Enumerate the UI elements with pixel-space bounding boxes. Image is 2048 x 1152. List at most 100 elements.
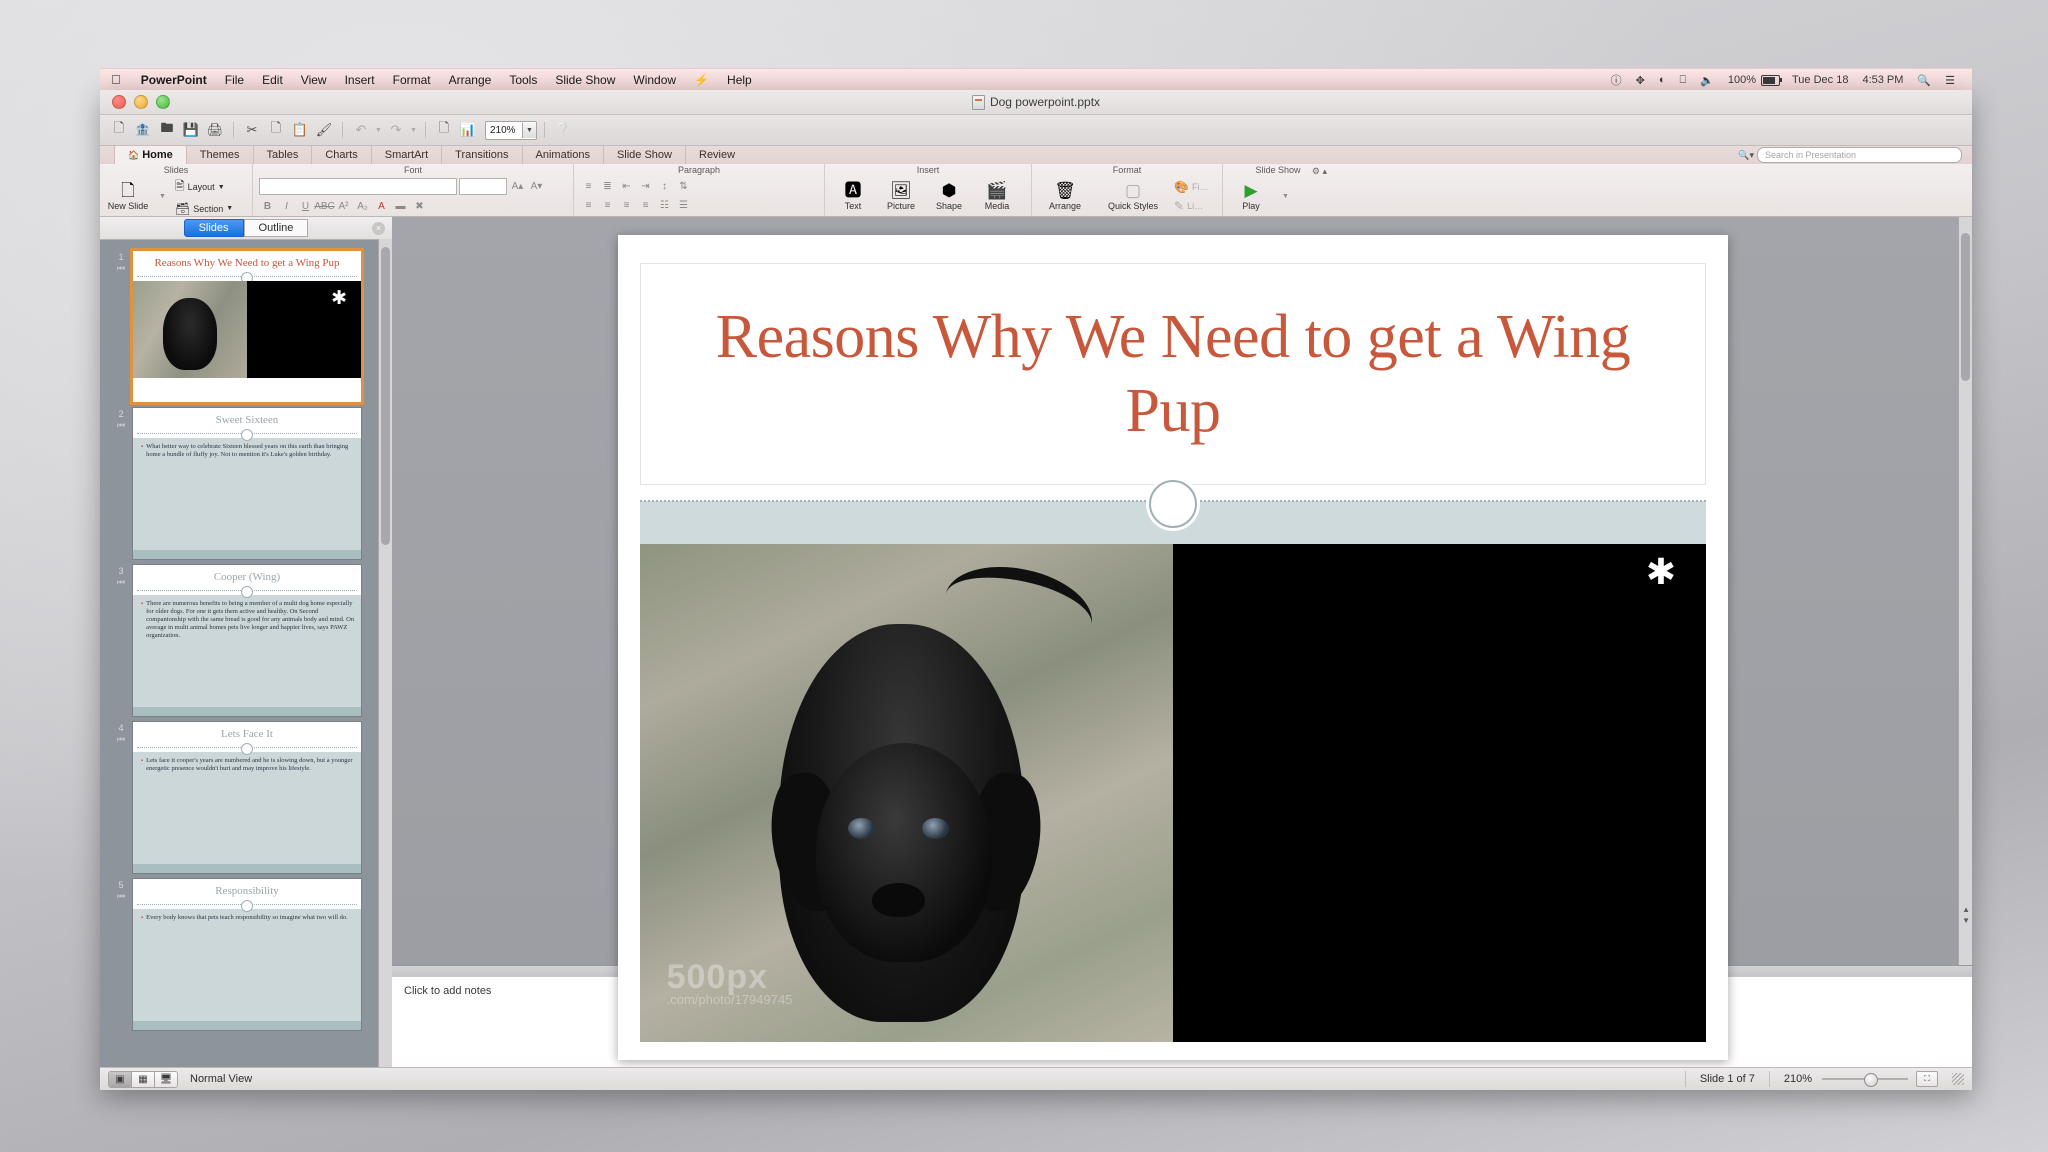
airplay-icon[interactable]: ⎕ xyxy=(1673,74,1694,87)
columns-icon[interactable]: ☷ xyxy=(656,197,673,213)
menu-item-insert[interactable]: Insert xyxy=(336,69,384,91)
fit-to-window-button[interactable]: ⛶ xyxy=(1908,1071,1946,1087)
play-dropdown-icon[interactable]: ▼ xyxy=(1277,188,1294,204)
volume-icon[interactable]: 🔈 xyxy=(1693,74,1721,87)
bold-button[interactable]: B xyxy=(259,198,276,214)
menu-item-file[interactable]: File xyxy=(216,69,253,91)
subscript-button[interactable]: A₂ xyxy=(354,198,371,214)
menu-item-arrange[interactable]: Arrange xyxy=(440,69,501,91)
paste-icon[interactable]: 📋 xyxy=(289,119,311,141)
numbered-list-icon[interactable]: ≣ xyxy=(599,178,616,194)
new-slide-dropdown-icon[interactable]: ▼ xyxy=(154,188,171,204)
italic-button[interactable]: I xyxy=(278,198,295,214)
current-slide[interactable]: Reasons Why We Need to get a Wing Pup 50… xyxy=(618,235,1728,1060)
format-painter-icon[interactable]: 🖌 xyxy=(313,119,335,141)
slide-nav-arrows[interactable]: ▲ ▼ xyxy=(1962,905,1970,925)
slide-thumbnail-list[interactable]: 1 ⏮ Reasons Why We Need to get a Wing Pu… xyxy=(100,240,392,1067)
apple-menu-icon[interactable]:  xyxy=(100,69,132,91)
insert-text-button[interactable]: 🅰 Text xyxy=(831,181,875,211)
align-right-icon[interactable]: ≡ xyxy=(618,197,635,213)
help-icon[interactable]: ❔ xyxy=(552,119,574,141)
tab-review[interactable]: Review xyxy=(685,146,748,164)
decrease-indent-icon[interactable]: ⇤ xyxy=(618,178,635,194)
clear-format-icon[interactable]: ✖ xyxy=(411,198,428,214)
slide-title-placeholder[interactable]: Reasons Why We Need to get a Wing Pup xyxy=(640,263,1706,485)
ribbon-collapse-icon[interactable]: ⚙ ▴ xyxy=(1312,166,1327,177)
transition-icon[interactable]: ⏮ xyxy=(110,891,132,902)
layout-button[interactable]: 🖹 Layout ▼ xyxy=(175,177,233,198)
quick-styles-button[interactable]: ▢ Quick Styles xyxy=(1096,181,1170,211)
slideshow-view-icon[interactable]: 🖥 xyxy=(155,1071,177,1087)
window-resize-grip[interactable] xyxy=(1952,1073,1964,1085)
transition-icon[interactable]: ⏮ xyxy=(110,420,132,431)
notification-center-icon[interactable]: ☰ xyxy=(1938,74,1962,87)
line-spacing-icon[interactable]: ↕ xyxy=(656,178,673,194)
save-as-icon[interactable]: 🖿 xyxy=(156,119,178,141)
increase-indent-icon[interactable]: ⇥ xyxy=(637,178,654,194)
bolt-icon[interactable]: ⚡ xyxy=(685,69,718,91)
align-left-icon[interactable]: ≡ xyxy=(580,197,597,213)
close-pane-icon[interactable]: × xyxy=(372,221,385,235)
normal-view-icon[interactable]: ▣ xyxy=(109,1071,132,1087)
tab-slides[interactable]: Slides xyxy=(183,219,244,237)
new-slide-button[interactable]: 🗋 New Slide xyxy=(106,181,150,211)
list-item[interactable]: 4 ⏮ Lets Face It ▪ Lets face it cooper's … xyxy=(100,717,392,874)
tab-animations[interactable]: Animations xyxy=(521,146,603,164)
previous-slide-icon[interactable]: ▲ xyxy=(1962,905,1970,914)
insert-media-button[interactable]: 🎬 Media xyxy=(975,181,1019,211)
search-icon[interactable]: 🔍▾ xyxy=(1738,150,1754,161)
play-button[interactable]: ▶ Play xyxy=(1229,181,1273,211)
slide-thumbnail-3[interactable]: Cooper (Wing) ▪ There are numerous benefi… xyxy=(132,564,362,717)
tab-themes[interactable]: Themes xyxy=(185,146,253,164)
new-icon[interactable]: 🗋 xyxy=(108,119,130,141)
insert-shape-button[interactable]: ⬢ Shape xyxy=(927,181,971,211)
slides-pane-scrollbar[interactable] xyxy=(378,239,392,1067)
scrollbar-thumb[interactable] xyxy=(1961,233,1970,381)
spotlight-search-icon[interactable]: 🔍 xyxy=(1910,74,1938,87)
tab-charts[interactable]: Charts xyxy=(311,146,370,164)
slide-thumbnail-2[interactable]: Sweet Sixteen ▪ What better way to celebr… xyxy=(132,407,362,560)
increase-font-icon[interactable]: A▴ xyxy=(509,179,526,195)
scrollbar-thumb[interactable] xyxy=(381,247,390,545)
search-input[interactable]: Search in Presentation xyxy=(1757,147,1962,163)
zoom-select[interactable]: 210% ▼ xyxy=(485,120,537,140)
slide-thumbnail-4[interactable]: Lets Face It ▪ Lets face it cooper's year… xyxy=(132,721,362,874)
list-item[interactable]: 2 ⏮ Sweet Sixteen ▪ What better way to ce… xyxy=(100,403,392,560)
align-text-icon[interactable]: ☰ xyxy=(675,197,692,213)
superscript-button[interactable]: A² xyxy=(335,198,352,214)
list-item[interactable]: 3 ⏮ Cooper (Wing) ▪ There are numerous be… xyxy=(100,560,392,717)
menu-item-powerpoint[interactable]: PowerPoint xyxy=(132,69,216,91)
menu-item-slide-show[interactable]: Slide Show xyxy=(546,69,624,91)
window-title-bar[interactable]: Dog powerpoint.pptx xyxy=(100,90,1972,115)
slide-sorter-icon[interactable]: ▦ xyxy=(132,1071,155,1087)
tab-transitions[interactable]: Transitions xyxy=(441,146,521,164)
tab-outline[interactable]: Outline xyxy=(243,219,309,237)
bulleted-list-icon[interactable]: ≡ xyxy=(580,178,597,194)
menu-item-view[interactable]: View xyxy=(292,69,336,91)
transition-icon[interactable]: ⏮ xyxy=(110,577,132,588)
bluetooth-icon[interactable]: ✥ xyxy=(1629,74,1652,87)
vpn-icon[interactable]: ⓘ xyxy=(1604,72,1629,88)
tab-slide-show[interactable]: Slide Show xyxy=(602,146,685,164)
tab-smartart[interactable]: SmartArt xyxy=(370,146,441,164)
slide-canvas[interactable]: Reasons Why We Need to get a Wing Pup 50… xyxy=(392,217,1972,1060)
tab-tables[interactable]: Tables xyxy=(252,146,312,164)
redo-dropdown-icon[interactable]: ▼ xyxy=(409,119,418,141)
justify-icon[interactable]: ≡ xyxy=(637,197,654,213)
shape-line-button[interactable]: ✎ Li… xyxy=(1174,199,1208,213)
open-icon[interactable]: 🏦 xyxy=(132,119,154,141)
menu-item-edit[interactable]: Edit xyxy=(253,69,292,91)
copy-icon[interactable]: 🗋 xyxy=(265,119,287,141)
strikethrough-button[interactable]: ABC xyxy=(314,198,335,214)
wifi-icon[interactable]: ◐ xyxy=(1652,74,1673,86)
font-size-input[interactable] xyxy=(459,178,507,195)
transition-icon[interactable]: ⏮ xyxy=(110,734,132,745)
shape-fill-button[interactable]: 🎨 Fi… xyxy=(1174,180,1208,194)
save-icon[interactable]: 💾 xyxy=(180,119,202,141)
menu-item-format[interactable]: Format xyxy=(384,69,440,91)
undo-dropdown-icon[interactable]: ▼ xyxy=(374,119,383,141)
decrease-font-icon[interactable]: A▾ xyxy=(528,179,545,195)
align-center-icon[interactable]: ≡ xyxy=(599,197,616,213)
transition-icon[interactable]: ⏮ xyxy=(110,263,132,274)
text-direction-icon[interactable]: ⇅ xyxy=(675,178,692,194)
